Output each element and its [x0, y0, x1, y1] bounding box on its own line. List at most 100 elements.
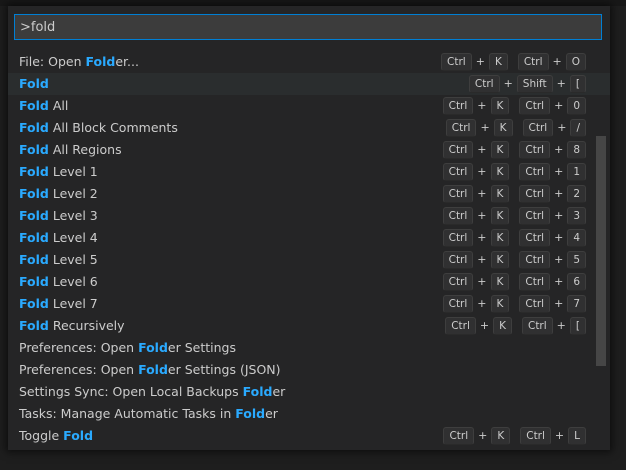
- keybinding: Ctrl + K Ctrl + L: [433, 425, 586, 447]
- key-chord: Ctrl + K: [442, 293, 510, 315]
- key-separator: +: [477, 165, 487, 178]
- label-text: er Settings (JSON): [167, 362, 281, 377]
- keybinding: Ctrl + K Ctrl +2: [433, 183, 586, 205]
- key-chord: Ctrl + /: [522, 117, 586, 139]
- key-cap: K: [490, 229, 510, 247]
- key-cap: [: [569, 75, 586, 93]
- key-separator: +: [475, 55, 485, 68]
- key-cap: Ctrl: [521, 317, 553, 335]
- key-chord: Ctrl +0: [519, 95, 586, 117]
- key-cap: Ctrl: [442, 229, 474, 247]
- key-cap: Ctrl: [519, 163, 551, 181]
- command-label: Fold Level 6: [19, 271, 98, 293]
- command-item[interactable]: Fold Recursively Ctrl + K Ctrl +[: [8, 315, 610, 337]
- command-item[interactable]: Fold Level 4 Ctrl + K Ctrl +4: [8, 227, 610, 249]
- key-cap: Ctrl: [519, 295, 551, 313]
- command-label: Fold: [19, 73, 49, 95]
- match-highlight: Fold: [85, 54, 116, 69]
- key-cap: [: [569, 317, 586, 335]
- match-highlight: Fold: [138, 340, 168, 355]
- key-cap: 6: [567, 273, 586, 291]
- key-cap: Ctrl: [519, 207, 551, 225]
- label-text: All Regions: [48, 142, 122, 157]
- key-cap: Ctrl: [520, 427, 551, 445]
- key-cap: K: [490, 207, 510, 225]
- match-highlight: Fold: [19, 318, 49, 333]
- key-separator: +: [556, 77, 566, 90]
- key-cap: K: [488, 53, 508, 71]
- command-item[interactable]: Fold All Block Comments Ctrl + K Ctrl + /: [8, 117, 610, 139]
- command-item[interactable]: Settings Sync: Open Local Backups Folder: [8, 381, 610, 403]
- keybinding: Ctrl + K Ctrl +[: [435, 315, 586, 337]
- key-cap: 4: [567, 229, 586, 247]
- command-item[interactable]: Fold Level 1 Ctrl + K Ctrl +1: [8, 161, 610, 183]
- command-item[interactable]: Fold Level 3 Ctrl + K Ctrl +3: [8, 205, 610, 227]
- list-scrollbar-thumb[interactable]: [596, 136, 606, 366]
- key-chord: Ctrl +6: [519, 271, 586, 293]
- keybinding: Ctrl + K Ctrl +1: [433, 161, 586, 183]
- key-cap: 8: [567, 141, 586, 159]
- label-text: All: [48, 98, 69, 113]
- match-highlight: Fold: [19, 230, 49, 245]
- command-item[interactable]: File: Open Folder... Ctrl + K Ctrl + O: [8, 51, 610, 73]
- key-separator: +: [478, 429, 488, 442]
- key-chord: Ctrl + K: [442, 249, 510, 271]
- command-item[interactable]: Fold Level 6 Ctrl + K Ctrl +6: [8, 271, 610, 293]
- key-separator: +: [477, 187, 487, 200]
- label-text: Recursively: [48, 318, 125, 333]
- command-label: Toggle Fold: [19, 425, 93, 447]
- match-highlight: Fold: [19, 164, 49, 179]
- key-separator: +: [480, 121, 490, 134]
- label-text: Level 7: [48, 296, 98, 311]
- command-input[interactable]: [15, 15, 601, 39]
- key-chord: Ctrl +1: [519, 161, 586, 183]
- key-cap: Ctrl: [519, 229, 551, 247]
- label-text: Tasks: Manage Automatic Tasks in: [19, 406, 236, 421]
- match-highlight: Fold: [19, 76, 49, 91]
- command-label: Fold Level 3: [19, 205, 98, 227]
- command-label: Fold Recursively: [19, 315, 125, 337]
- command-list: File: Open Folder... Ctrl + K Ctrl + O Fold Ctrl…: [8, 51, 610, 447]
- key-separator: +: [477, 209, 487, 222]
- command-label: Fold Level 1: [19, 161, 98, 183]
- command-item[interactable]: Fold Ctrl + Shift +[: [8, 73, 610, 95]
- key-chord: Ctrl + O: [517, 51, 586, 73]
- key-cap: Ctrl: [517, 53, 549, 71]
- key-cap: Ctrl: [519, 273, 551, 291]
- keybinding: Ctrl + K Ctrl + /: [436, 117, 586, 139]
- key-cap: 2: [567, 185, 586, 203]
- command-item[interactable]: Toggle Fold Ctrl + K Ctrl + L: [8, 425, 610, 447]
- command-input-box[interactable]: [14, 14, 602, 40]
- keybinding: Ctrl + K Ctrl +6: [433, 271, 586, 293]
- key-separator: +: [477, 231, 487, 244]
- keybinding: Ctrl + K Ctrl +0: [433, 95, 586, 117]
- key-cap: 7: [567, 295, 586, 313]
- key-separator: +: [477, 99, 487, 112]
- key-cap: Ctrl: [442, 295, 474, 313]
- key-cap: /: [570, 119, 586, 137]
- command-item[interactable]: Tasks: Manage Automatic Tasks in Folder: [8, 403, 610, 425]
- command-item[interactable]: Fold All Ctrl + K Ctrl +0: [8, 95, 610, 117]
- key-separator: +: [554, 99, 564, 112]
- command-item[interactable]: Fold Level 5 Ctrl + K Ctrl +5: [8, 249, 610, 271]
- key-cap: Shift: [516, 75, 553, 93]
- key-chord: Ctrl + L: [520, 425, 586, 447]
- keybinding: Ctrl + K Ctrl + O: [431, 51, 586, 73]
- command-item[interactable]: Preferences: Open Folder Settings (JSON): [8, 359, 610, 381]
- command-label: Preferences: Open Folder Settings: [19, 337, 236, 359]
- command-item[interactable]: Fold Level 7 Ctrl + K Ctrl +7: [8, 293, 610, 315]
- key-separator: +: [557, 121, 567, 134]
- key-chord: Ctrl + Shift +[: [468, 73, 586, 95]
- key-chord: Ctrl + K: [442, 95, 510, 117]
- label-text: Settings Sync: Open Local Backups: [19, 384, 243, 399]
- key-chord: Ctrl + K: [442, 161, 510, 183]
- command-item[interactable]: Fold All Regions Ctrl + K Ctrl +8: [8, 139, 610, 161]
- key-separator: +: [477, 275, 487, 288]
- command-item[interactable]: Preferences: Open Folder Settings: [8, 337, 610, 359]
- key-cap: Ctrl: [442, 163, 474, 181]
- keybinding: Ctrl + K Ctrl +3: [433, 205, 586, 227]
- key-separator: +: [554, 209, 564, 222]
- command-item[interactable]: Fold Level 2 Ctrl + K Ctrl +2: [8, 183, 610, 205]
- key-chord: Ctrl +4: [519, 227, 586, 249]
- match-highlight: Fold: [242, 384, 273, 399]
